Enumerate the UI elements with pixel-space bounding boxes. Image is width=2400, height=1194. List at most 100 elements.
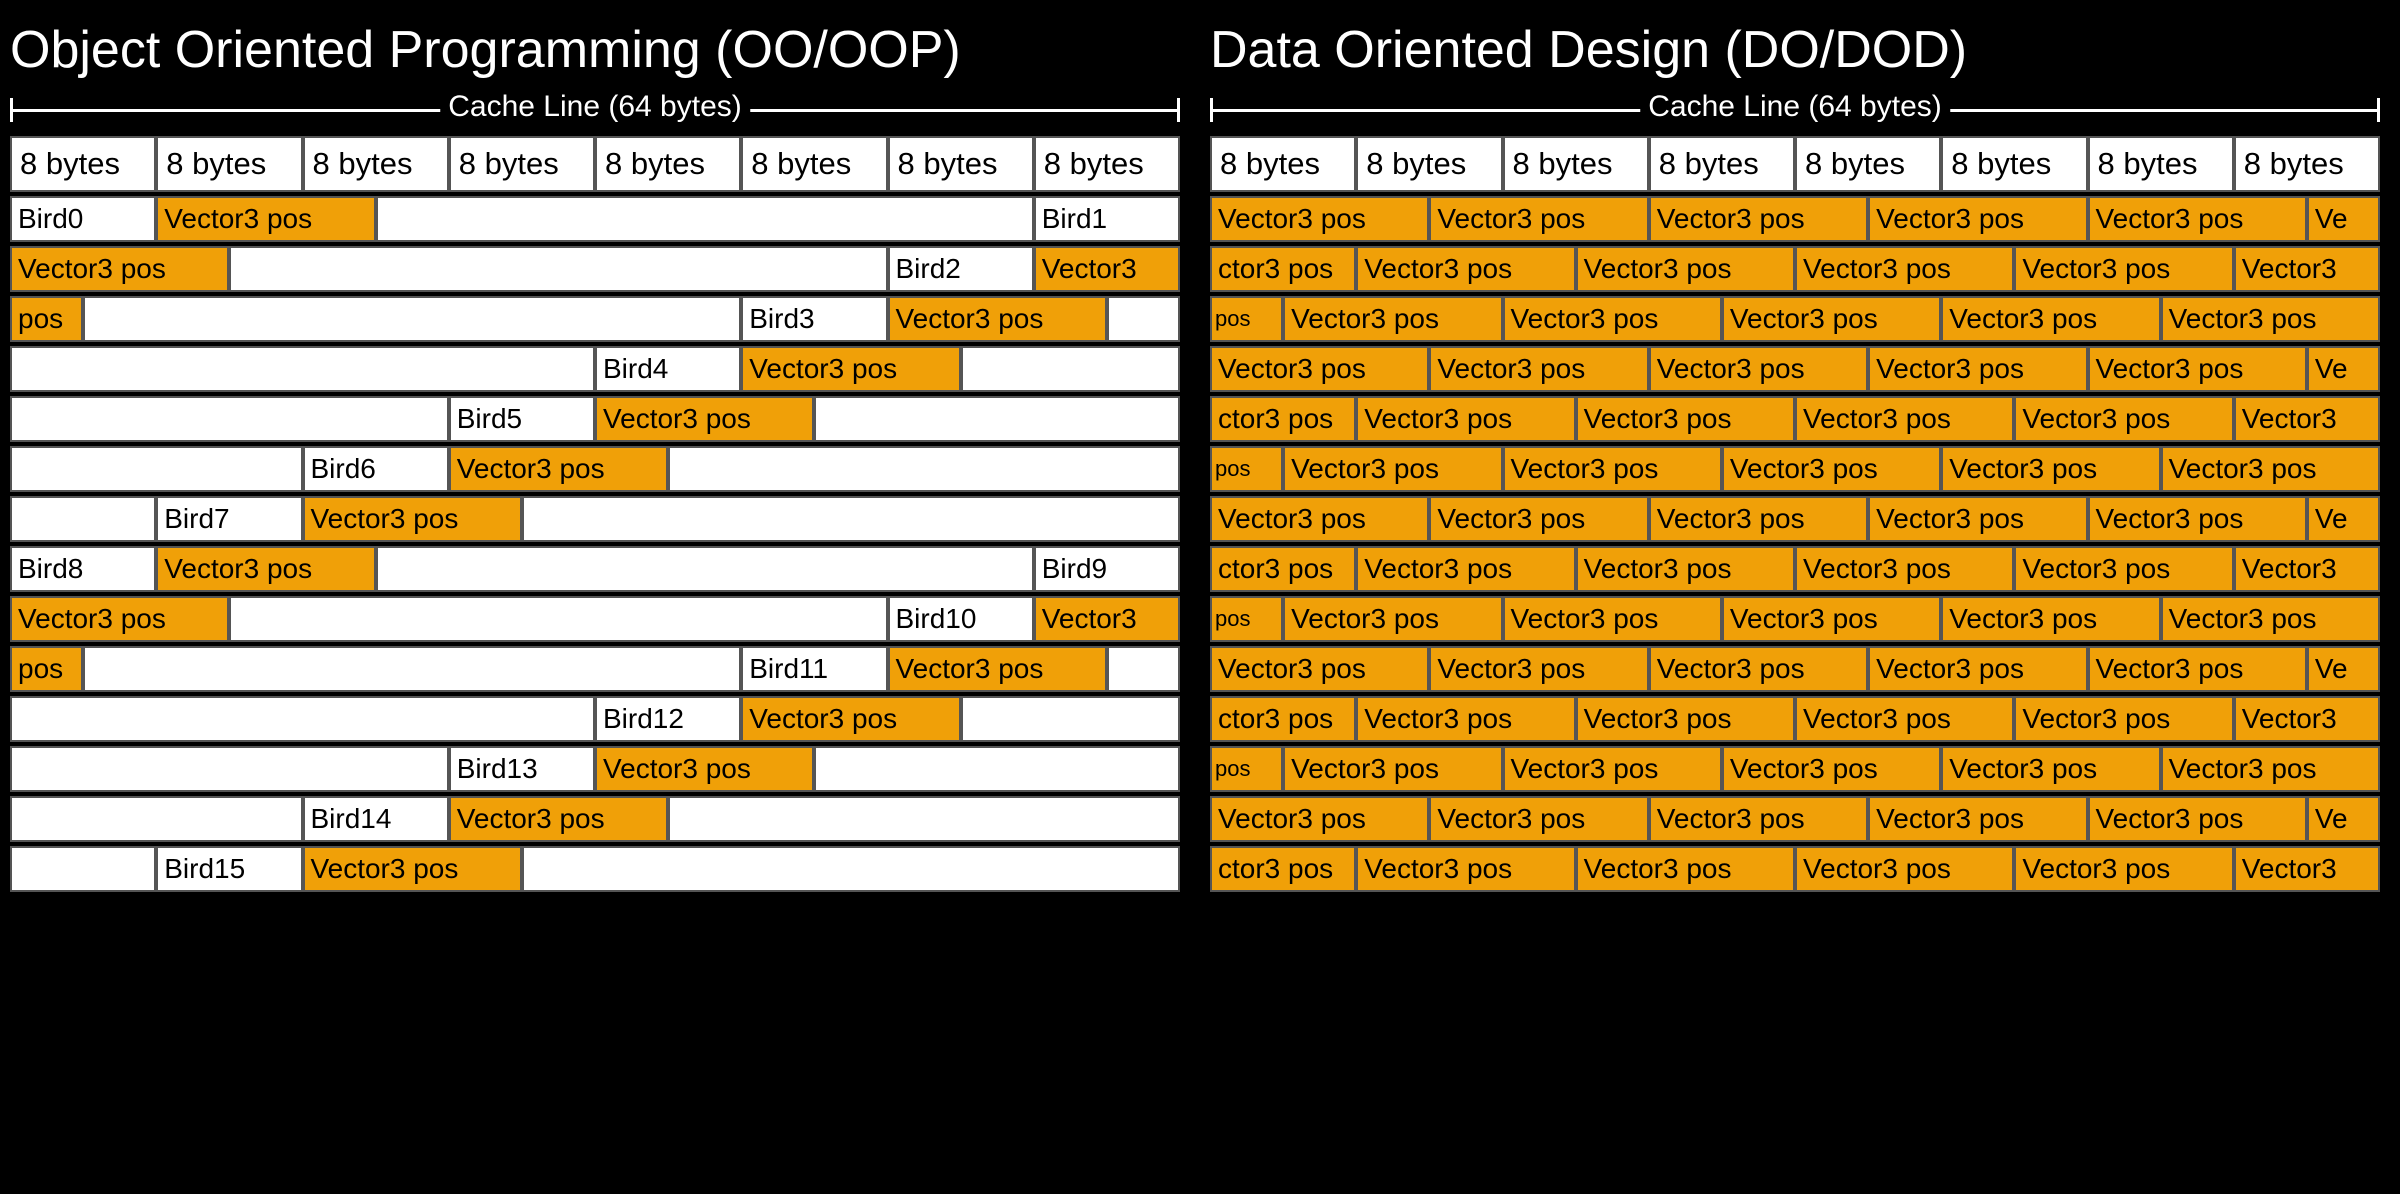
vector3-cell: Vector3 pos xyxy=(1795,696,2014,742)
memory-row: Bird15Vector3 pos xyxy=(10,846,1180,892)
vector3-cell: pos xyxy=(1210,596,1283,642)
vector3-cell: Vector3 xyxy=(1034,246,1180,292)
vector3-cell: Vector3 pos xyxy=(741,696,960,742)
vector3-cell: Vector3 pos xyxy=(2161,296,2380,342)
vector3-cell: ctor3 pos xyxy=(1210,246,1356,292)
vector3-cell: Vector3 pos xyxy=(1429,346,1648,392)
vector3-cell: Ve xyxy=(2307,196,2380,242)
vector3-cell: Vector3 pos xyxy=(2161,446,2380,492)
vector3-cell: Vector3 pos xyxy=(1795,396,2014,442)
memory-row: Vector3 posBird10Vector3 xyxy=(10,596,1180,642)
vector3-cell: pos xyxy=(1210,446,1283,492)
memory-row: Bird6Vector3 pos xyxy=(10,446,1180,492)
byte-header-cell: 8 bytes xyxy=(595,136,741,192)
vector3-cell: Vector3 pos xyxy=(2014,846,2233,892)
vector3-cell: Vector3 pos xyxy=(1649,196,1868,242)
padding-cell xyxy=(10,696,595,742)
vector3-cell: Vector3 pos xyxy=(595,746,814,792)
oop-panel: Object Oriented Programming (OO/OOP) Cac… xyxy=(10,20,1180,892)
memory-row: posVector3 posVector3 posVector3 posVect… xyxy=(1210,446,2380,492)
vector3-cell: Vector3 pos xyxy=(2014,696,2233,742)
padding-cell xyxy=(522,846,1180,892)
vector3-cell: Ve xyxy=(2307,496,2380,542)
bird-cell: Bird4 xyxy=(595,346,741,392)
oop-title: Object Oriented Programming (OO/OOP) xyxy=(10,20,1180,80)
vector3-cell: Vector3 pos xyxy=(303,496,522,542)
vector3-cell: pos xyxy=(10,296,83,342)
vector3-cell: Vector3 pos xyxy=(1722,746,1941,792)
vector3-cell: Vector3 pos xyxy=(449,446,668,492)
byte-header-cell: 8 bytes xyxy=(10,136,156,192)
vector3-cell: Vector3 pos xyxy=(2161,596,2380,642)
memory-row: ctor3 posVector3 posVector3 posVector3 p… xyxy=(1210,396,2380,442)
memory-row: Vector3 posVector3 posVector3 posVector3… xyxy=(1210,496,2380,542)
padding-cell xyxy=(668,796,1180,842)
dod-cache-bracket: Cache Line (64 bytes) xyxy=(1210,92,2380,126)
memory-row: Bird13Vector3 pos xyxy=(10,746,1180,792)
vector3-cell: Vector3 pos xyxy=(1429,796,1648,842)
vector3-cell: Vector3 pos xyxy=(1210,646,1429,692)
vector3-cell: Vector3 pos xyxy=(1795,246,2014,292)
byte-header-cell: 8 bytes xyxy=(1210,136,1356,192)
vector3-cell: Vector3 pos xyxy=(2088,796,2307,842)
vector3-cell: Vector3 xyxy=(2234,696,2380,742)
vector3-cell: Vector3 pos xyxy=(156,546,375,592)
byte-header-cell: 8 bytes xyxy=(1795,136,1941,192)
byte-header-cell: 8 bytes xyxy=(1503,136,1649,192)
bird-cell: Bird1 xyxy=(1034,196,1180,242)
memory-row: ctor3 posVector3 posVector3 posVector3 p… xyxy=(1210,696,2380,742)
padding-cell xyxy=(10,446,303,492)
vector3-cell: Vector3 pos xyxy=(1576,846,1795,892)
byte-header-cell: 8 bytes xyxy=(1034,136,1180,192)
vector3-cell: Vector3 pos xyxy=(2088,496,2307,542)
vector3-cell: Vector3 pos xyxy=(1576,396,1795,442)
vector3-cell: Vector3 pos xyxy=(2014,396,2233,442)
padding-cell xyxy=(668,446,1180,492)
padding-cell xyxy=(10,846,156,892)
vector3-cell: Vector3 pos xyxy=(1503,596,1722,642)
vector3-cell: Vector3 xyxy=(2234,396,2380,442)
memory-row: Bird12Vector3 pos xyxy=(10,696,1180,742)
byte-header-cell: 8 bytes xyxy=(303,136,449,192)
padding-cell xyxy=(1107,296,1180,342)
byte-header-cell: 8 bytes xyxy=(449,136,595,192)
bird-cell: Bird2 xyxy=(888,246,1034,292)
vector3-cell: ctor3 pos xyxy=(1210,546,1356,592)
vector3-cell: Vector3 pos xyxy=(303,846,522,892)
memory-row: ctor3 posVector3 posVector3 posVector3 p… xyxy=(1210,846,2380,892)
vector3-cell: Vector3 pos xyxy=(1722,446,1941,492)
oop-cache-label: Cache Line (64 bytes) xyxy=(440,90,750,124)
vector3-cell: Vector3 pos xyxy=(1356,846,1575,892)
vector3-cell: Vector3 pos xyxy=(1941,296,2160,342)
vector3-cell: Vector3 pos xyxy=(888,296,1107,342)
bird-cell: Bird14 xyxy=(303,796,449,842)
memory-row: Bird0Vector3 posBird1 xyxy=(10,196,1180,242)
vector3-cell: Ve xyxy=(2307,646,2380,692)
oop-cache-bracket: Cache Line (64 bytes) xyxy=(10,92,1180,126)
memory-row: Bird7Vector3 pos xyxy=(10,496,1180,542)
vector3-cell: pos xyxy=(1210,296,1283,342)
vector3-cell: pos xyxy=(1210,746,1283,792)
byte-header-cell: 8 bytes xyxy=(1649,136,1795,192)
memory-row: Bird8Vector3 posBird9 xyxy=(10,546,1180,592)
padding-cell xyxy=(10,346,595,392)
bird-cell: Bird7 xyxy=(156,496,302,542)
vector3-cell: Vector3 pos xyxy=(449,796,668,842)
vector3-cell: Vector3 pos xyxy=(1210,496,1429,542)
vector3-cell: Vector3 pos xyxy=(1868,646,2087,692)
vector3-cell: Vector3 pos xyxy=(1941,746,2160,792)
bird-cell: Bird11 xyxy=(741,646,887,692)
diagram-container: Object Oriented Programming (OO/OOP) Cac… xyxy=(10,20,2390,892)
vector3-cell: Vector3 pos xyxy=(2014,246,2233,292)
byte-header-cell: 8 bytes xyxy=(2234,136,2380,192)
vector3-cell: Vector3 pos xyxy=(1356,696,1575,742)
memory-row: Bird4Vector3 pos xyxy=(10,346,1180,392)
vector3-cell: Vector3 pos xyxy=(1941,446,2160,492)
padding-cell xyxy=(10,796,303,842)
padding-cell xyxy=(229,246,887,292)
vector3-cell: Vector3 pos xyxy=(1503,296,1722,342)
vector3-cell: Vector3 pos xyxy=(1649,496,1868,542)
vector3-cell: Vector3 pos xyxy=(1210,196,1429,242)
vector3-cell: Vector3 xyxy=(2234,246,2380,292)
vector3-cell: Vector3 pos xyxy=(1210,796,1429,842)
